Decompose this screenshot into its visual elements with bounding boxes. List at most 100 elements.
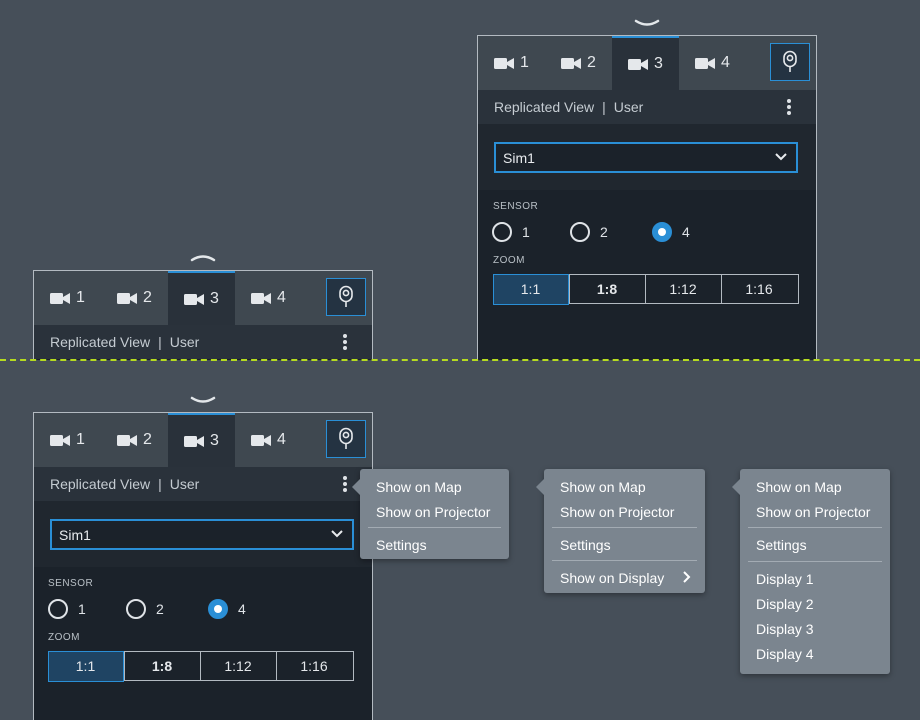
probe-icon (339, 285, 353, 307)
radio-circle (48, 599, 68, 619)
menu-item-show-on-projector[interactable]: Show on Projector (376, 504, 490, 520)
tab-camera-3[interactable]: 3 (612, 36, 679, 90)
camera-panel-expanded: 1 2 3 4 Replicated View | User Sim1 SENS… (477, 35, 817, 360)
tab-camera-1[interactable]: 1 (34, 271, 101, 325)
camera-tabs: 1 2 3 4 (34, 271, 372, 325)
menu-item-show-on-map[interactable]: Show on Map (560, 479, 646, 495)
radio-label: 4 (238, 601, 246, 617)
video-camera-icon (184, 293, 205, 305)
menu-item-settings[interactable]: Settings (756, 537, 807, 553)
menu-item-display-1[interactable]: Display 1 (756, 571, 814, 587)
tab-camera-1[interactable]: 1 (34, 413, 101, 467)
sensor-radio-2[interactable]: 2 (126, 599, 164, 619)
user-label: User (613, 99, 644, 115)
menu-divider (368, 527, 501, 528)
tab-camera-4[interactable]: 4 (235, 271, 302, 325)
zoom-option-1-8[interactable]: 1:8 (568, 275, 645, 303)
source-select[interactable]: Sim1 (50, 519, 354, 550)
tab-camera-2[interactable]: 2 (545, 36, 612, 90)
source-select-area: Sim1 (478, 124, 816, 190)
tab-label: 3 (654, 55, 663, 72)
tab-camera-3[interactable]: 3 (168, 413, 235, 467)
tab-camera-2[interactable]: 2 (101, 271, 168, 325)
video-camera-icon (494, 57, 515, 69)
zoom-option-1-16[interactable]: 1:16 (275, 652, 352, 680)
video-camera-icon (251, 292, 272, 304)
zoom-label: ZOOM (48, 632, 80, 643)
camera-tabs: 1 2 3 4 (34, 413, 372, 467)
camera-tabs: 1 2 3 4 (478, 36, 816, 90)
collapse-chevron-icon[interactable] (633, 18, 661, 30)
options-menu-with-display: Show on Map Show on Projector Settings S… (536, 469, 705, 593)
sensor-radio-1[interactable]: 1 (48, 599, 86, 619)
tab-label: 1 (76, 289, 85, 306)
tab-camera-1[interactable]: 1 (478, 36, 545, 90)
sensor-radio-1[interactable]: 1 (492, 222, 530, 242)
zoom-segmented-control: 1:1 1:8 1:12 1:16 (47, 650, 354, 682)
expand-chevron-icon[interactable] (189, 251, 217, 263)
probe-button[interactable] (326, 420, 366, 458)
zoom-option-1-12[interactable]: 1:12 (199, 652, 276, 680)
tab-camera-4[interactable]: 4 (679, 36, 746, 90)
source-select-value: Sim1 (59, 526, 91, 543)
zoom-option-1-1[interactable]: 1:1 (492, 273, 569, 305)
menu-item-show-on-map[interactable]: Show on Map (376, 479, 462, 495)
tab-camera-3[interactable]: 3 (168, 271, 235, 325)
menu-item-show-on-display[interactable]: Show on Display (560, 570, 664, 586)
collapse-chevron-icon[interactable] (189, 395, 217, 407)
separator: | (602, 99, 606, 115)
menu-item-show-on-projector[interactable]: Show on Projector (560, 504, 674, 520)
radio-label: 2 (156, 601, 164, 617)
guide-divider (0, 359, 920, 361)
radio-circle (570, 222, 590, 242)
zoom-label: ZOOM (493, 255, 525, 266)
more-options-icon[interactable] (342, 476, 348, 492)
radio-label: 2 (600, 224, 608, 240)
radio-circle (652, 222, 672, 242)
menu-item-show-on-map[interactable]: Show on Map (756, 479, 842, 495)
probe-button[interactable] (770, 43, 810, 81)
more-options-icon[interactable] (786, 99, 792, 115)
tab-label: 3 (210, 432, 219, 449)
tab-camera-2[interactable]: 2 (101, 413, 168, 467)
more-options-icon[interactable] (342, 334, 348, 350)
tab-label: 1 (520, 54, 529, 71)
tab-label: 4 (277, 289, 286, 306)
probe-button[interactable] (326, 278, 366, 316)
video-camera-icon (695, 57, 716, 69)
menu-item-display-3[interactable]: Display 3 (756, 621, 814, 637)
zoom-segmented-control: 1:1 1:8 1:12 1:16 (492, 273, 799, 305)
separator: | (158, 334, 162, 350)
tab-camera-4[interactable]: 4 (235, 413, 302, 467)
video-camera-icon (251, 434, 272, 446)
tab-label: 3 (210, 290, 219, 307)
radio-label: 1 (78, 601, 86, 617)
menu-item-settings[interactable]: Settings (376, 537, 427, 553)
source-select-value: Sim1 (503, 149, 535, 166)
radio-label: 4 (682, 224, 690, 240)
sensor-radio-4[interactable]: 4 (652, 222, 690, 242)
radio-circle (208, 599, 228, 619)
menu-item-settings[interactable]: Settings (560, 537, 611, 553)
source-select-area: Sim1 (34, 501, 372, 567)
view-mode-label: Replicated View (50, 476, 151, 492)
zoom-option-1-1[interactable]: 1:1 (47, 650, 124, 682)
zoom-option-1-12[interactable]: 1:12 (644, 275, 721, 303)
sensor-radio-4[interactable]: 4 (208, 599, 246, 619)
panel-subheader: Replicated View | User (34, 467, 372, 501)
video-camera-icon (50, 434, 71, 446)
source-select[interactable]: Sim1 (494, 142, 798, 173)
separator: | (158, 476, 162, 492)
menu-item-show-on-projector[interactable]: Show on Projector (756, 504, 870, 520)
panel-subheader: Replicated View | User (34, 325, 372, 359)
zoom-option-1-8[interactable]: 1:8 (123, 652, 200, 680)
panel-subheader: Replicated View | User (478, 90, 816, 124)
menu-item-display-2[interactable]: Display 2 (756, 596, 814, 612)
sensor-radio-2[interactable]: 2 (570, 222, 608, 242)
tab-label: 2 (143, 431, 152, 448)
zoom-option-1-16[interactable]: 1:16 (720, 275, 797, 303)
view-mode-label: Replicated View (494, 99, 595, 115)
probe-icon (339, 427, 353, 449)
menu-item-display-4[interactable]: Display 4 (756, 646, 814, 662)
chevron-right-icon (683, 571, 691, 583)
